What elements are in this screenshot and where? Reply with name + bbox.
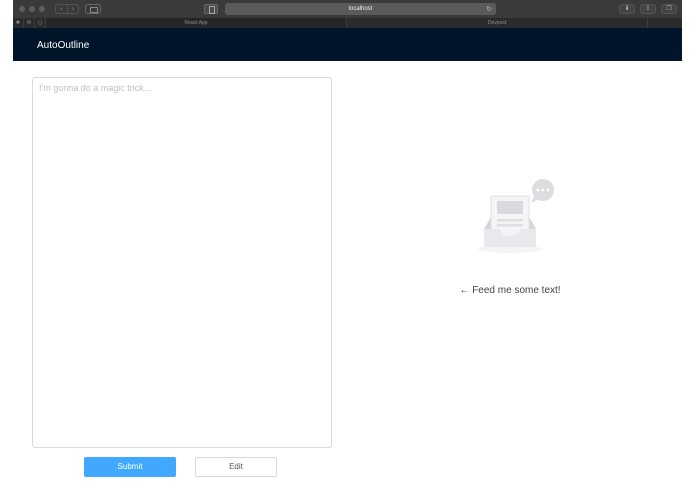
submit-button[interactable]: Submit bbox=[84, 457, 176, 477]
share-icon[interactable]: ⇪ bbox=[640, 4, 656, 14]
empty-state-message: ← Feed me some text! bbox=[459, 285, 561, 296]
edit-button[interactable]: Edit bbox=[195, 457, 277, 477]
empty-inbox-icon bbox=[478, 179, 554, 253]
sidebar-toggle-icon[interactable] bbox=[85, 4, 101, 14]
mail-icon[interactable]: ✉ bbox=[24, 18, 35, 28]
browser-tabbar: ✱ ✉ ○ React App Devpost bbox=[13, 18, 682, 28]
page-icon[interactable] bbox=[204, 4, 218, 14]
app-title: AutoOutline bbox=[37, 40, 90, 51]
minimize-window-button[interactable] bbox=[29, 6, 35, 12]
browser-titlebar: ‹ › localhost ↻ ⬇ ⇪ ❐ bbox=[13, 0, 682, 18]
tab-react-app[interactable]: React App bbox=[46, 18, 347, 28]
tabs-icon[interactable]: ❐ bbox=[661, 4, 677, 14]
history-nav: ‹ › bbox=[55, 4, 79, 14]
address-bar[interactable]: localhost ↻ bbox=[225, 3, 496, 15]
download-icon[interactable]: ⬇ bbox=[619, 4, 635, 14]
reload-icon[interactable]: ↻ bbox=[486, 3, 492, 15]
tab-label: Devpost bbox=[487, 20, 507, 26]
app-header: AutoOutline bbox=[13, 28, 682, 61]
zoom-window-button[interactable] bbox=[39, 6, 45, 12]
window-controls bbox=[19, 6, 45, 12]
text-input[interactable] bbox=[32, 77, 332, 448]
forward-button[interactable]: › bbox=[67, 5, 78, 13]
url-text: localhost bbox=[348, 6, 373, 12]
tab-devpost[interactable]: Devpost bbox=[347, 18, 647, 28]
bug-icon[interactable]: ✱ bbox=[13, 18, 24, 28]
new-tab-button[interactable] bbox=[647, 18, 659, 28]
circle-icon[interactable]: ○ bbox=[35, 18, 46, 28]
close-window-button[interactable] bbox=[19, 6, 25, 12]
back-button[interactable]: ‹ bbox=[56, 5, 67, 13]
tab-label: React App bbox=[184, 20, 208, 26]
